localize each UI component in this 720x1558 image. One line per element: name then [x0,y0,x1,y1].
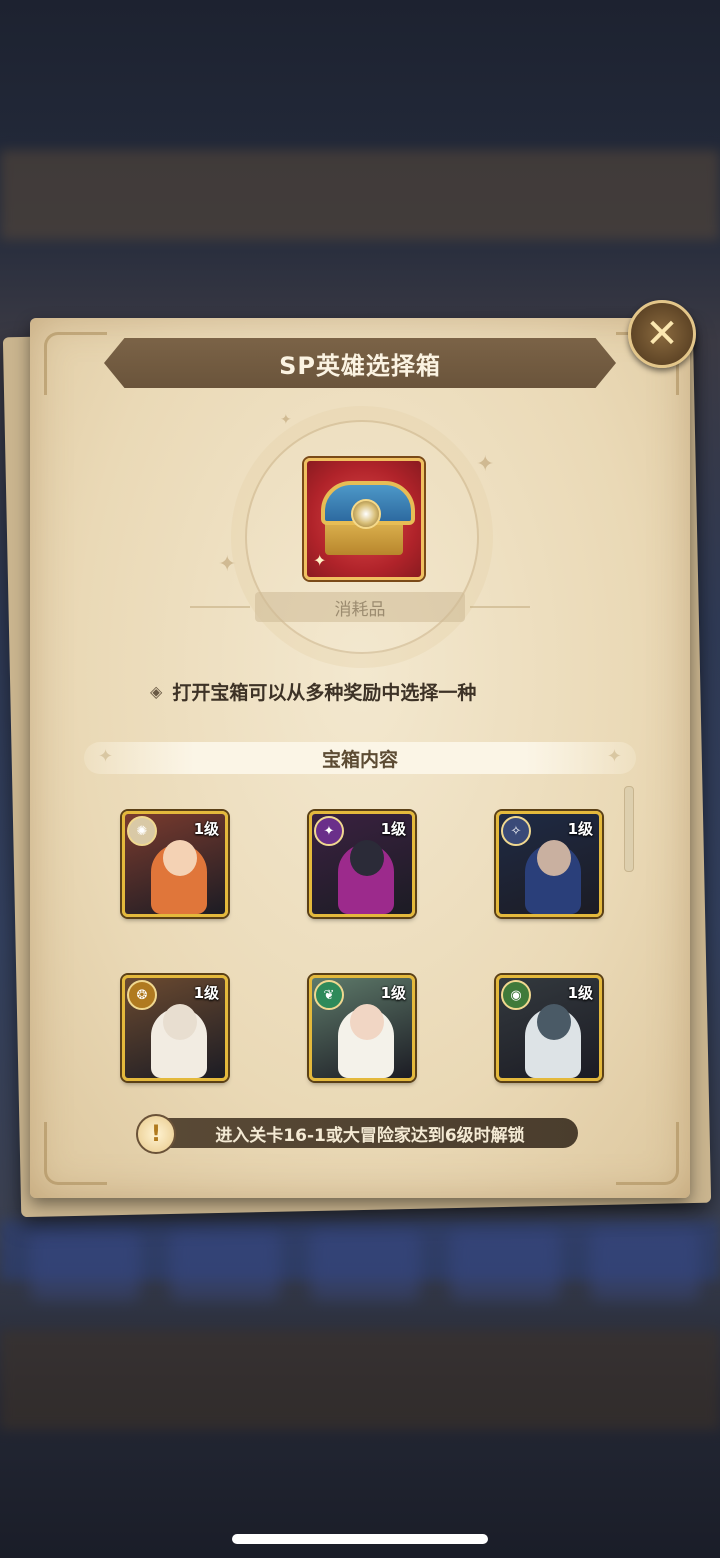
eye-faction-icon: ◉ [501,980,531,1010]
hero-level: 1级 [567,984,593,1002]
hero-card[interactable]: ❂ 1级 [122,975,228,1081]
item-category-ribbon: 消耗品 [255,592,465,622]
close-button[interactable]: ✕ [628,300,696,368]
sparkle-icon: ✦ [280,412,292,428]
unlock-hint-bar: 进入关卡16-1或大冒险家达到6级时解锁 [142,1118,578,1148]
treasure-chest-icon: ✦ [304,458,424,580]
background-blur [310,1230,420,1300]
dialog-title: SP英雄选择箱 [279,351,441,380]
hero-card[interactable]: ✺ 1级 [122,811,228,917]
warning-icon: ! [136,1114,176,1154]
sparkle-icon: ✦ [218,552,237,577]
corner-ornament [44,332,107,395]
background-blur [0,150,720,240]
corner-ornament [44,1122,107,1185]
sun-faction-icon: ✺ [127,816,157,846]
item-category: 消耗品 [334,599,386,620]
warning-glyph: ! [150,1121,162,1147]
leaf-faction-icon: ❦ [314,980,344,1010]
background-blur [30,1230,140,1300]
sparkle-icon: ✦ [606,746,622,767]
home-indicator[interactable] [232,1534,488,1544]
background-blur [170,1230,280,1300]
item-description: ◈ 打开宝箱可以从多种奖励中选择一种 [150,674,570,708]
sparkle-icon: ✦ [476,452,495,477]
hero-card[interactable]: ✧ 1级 [496,811,602,917]
hero-level: 1级 [567,820,593,838]
corner-ornament [616,1122,679,1185]
background-blur [590,1230,700,1300]
wheel-faction-icon: ❂ [127,980,157,1010]
hero-card[interactable]: ✦ 1级 [309,811,415,917]
hero-card[interactable]: ◉ 1级 [496,975,602,1081]
hero-level: 1级 [193,984,219,1002]
title-banner: SP英雄选择箱 [104,338,616,388]
hero-card[interactable]: ❦ 1级 [309,975,415,1081]
hero-level: 1级 [380,820,406,838]
description-text: 打开宝箱可以从多种奖励中选择一种 [172,681,477,704]
star-faction-icon: ✧ [501,816,531,846]
hero-level: 1级 [193,820,219,838]
divider [190,606,250,608]
background-blur [450,1230,560,1300]
divider [470,606,530,608]
section-title: 宝箱内容 [321,748,398,771]
unlock-hint: 进入关卡16-1或大冒险家达到6级时解锁 [215,1125,525,1146]
background-blur [0,1330,720,1430]
sparkle-icon: ✦ [98,746,114,767]
scrollbar[interactable] [624,786,634,872]
section-header: ✦ ✦ 宝箱内容 [84,742,636,774]
close-icon: ✕ [645,311,679,357]
void-faction-icon: ✦ [314,816,344,846]
hero-level: 1级 [380,984,406,1002]
diamond-bullet-icon: ◈ [150,681,163,701]
